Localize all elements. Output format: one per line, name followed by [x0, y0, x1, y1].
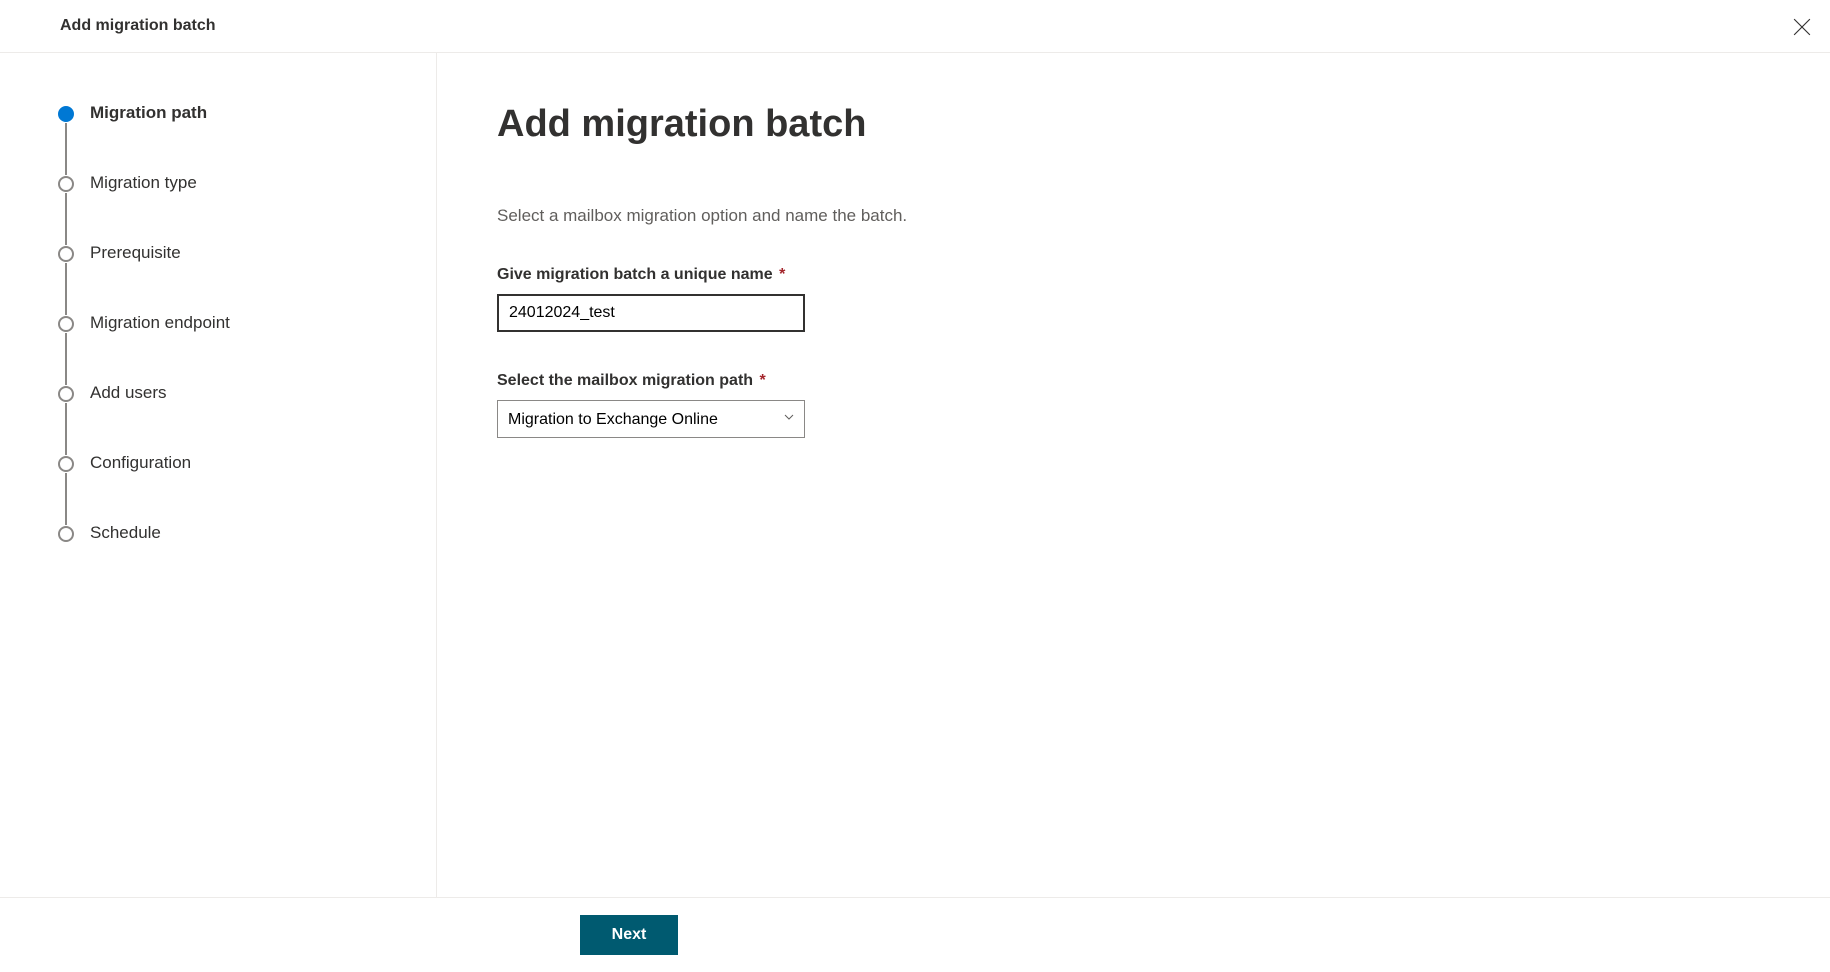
step-marker-icon [58, 386, 74, 402]
page-title: Add migration batch [497, 103, 1770, 146]
batch-name-group: Give migration batch a unique name * [497, 266, 1770, 332]
step-add-users[interactable]: Add users [58, 383, 436, 453]
step-label: Add users [90, 383, 167, 403]
next-button[interactable]: Next [580, 915, 678, 955]
step-marker-icon [58, 526, 74, 542]
wizard-sidebar: Migration path Migration type Prerequisi… [0, 53, 437, 897]
migration-path-select-wrapper: Migration to Exchange Online [497, 400, 805, 438]
step-connector [65, 403, 67, 455]
step-marker-icon [58, 106, 74, 122]
required-indicator: * [760, 372, 766, 389]
step-label: Migration path [90, 103, 207, 123]
step-schedule[interactable]: Schedule [58, 523, 436, 543]
step-list: Migration path Migration type Prerequisi… [58, 103, 436, 543]
migration-path-label: Select the mailbox migration path * [497, 372, 1770, 390]
required-indicator: * [779, 266, 785, 283]
step-connector [65, 473, 67, 525]
step-migration-path[interactable]: Migration path [58, 103, 436, 173]
step-connector [65, 193, 67, 245]
main-content: Add migration batch Select a mailbox mig… [437, 53, 1830, 897]
step-marker-icon [58, 316, 74, 332]
step-label: Prerequisite [90, 243, 181, 263]
close-icon [1793, 18, 1811, 39]
step-configuration[interactable]: Configuration [58, 453, 436, 523]
migration-path-select[interactable]: Migration to Exchange Online [497, 400, 805, 438]
step-migration-type[interactable]: Migration type [58, 173, 436, 243]
batch-name-input[interactable] [497, 294, 805, 332]
step-connector [65, 123, 67, 175]
step-connector [65, 263, 67, 315]
step-label: Migration endpoint [90, 313, 230, 333]
dialog-title: Add migration batch [60, 17, 216, 35]
step-marker-icon [58, 176, 74, 192]
dialog-footer: Next [0, 897, 1830, 972]
step-migration-endpoint[interactable]: Migration endpoint [58, 313, 436, 383]
close-button[interactable] [1788, 14, 1816, 42]
batch-name-label: Give migration batch a unique name * [497, 266, 1770, 284]
step-label: Schedule [90, 523, 161, 543]
page-subtitle: Select a mailbox migration option and na… [497, 206, 1770, 226]
migration-path-group: Select the mailbox migration path * Migr… [497, 372, 1770, 438]
dialog-body: Migration path Migration type Prerequisi… [0, 53, 1830, 897]
step-prerequisite[interactable]: Prerequisite [58, 243, 436, 313]
step-connector [65, 333, 67, 385]
step-marker-icon [58, 246, 74, 262]
step-label: Configuration [90, 453, 191, 473]
step-label: Migration type [90, 173, 197, 193]
step-marker-icon [58, 456, 74, 472]
dialog-header: Add migration batch [0, 0, 1830, 53]
